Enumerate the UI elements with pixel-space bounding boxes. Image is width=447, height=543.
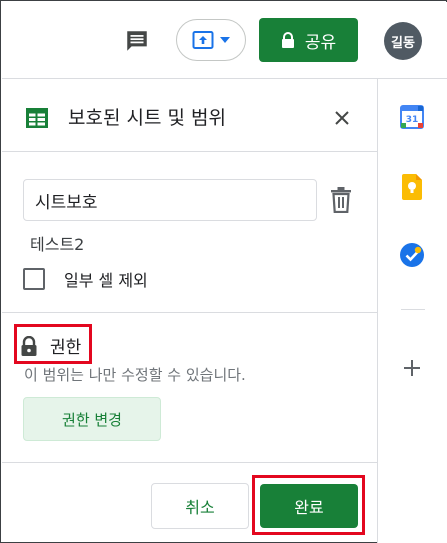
permissions-description: 이 범위는 나만 수정할 수 있습니다. [24, 366, 246, 384]
description-input[interactable] [23, 179, 317, 221]
trash-icon [331, 187, 351, 214]
footer-divider [2, 462, 377, 463]
comment-button[interactable] [122, 26, 152, 56]
share-label: 공유 [304, 32, 337, 53]
comment-icon [127, 31, 147, 51]
top-toolbar: 공유 길동 [2, 2, 447, 79]
delete-button[interactable] [330, 187, 352, 214]
change-permissions-button[interactable]: 권한 변경 [23, 397, 161, 441]
get-addons-button[interactable] [399, 355, 425, 381]
plus-icon [404, 360, 420, 376]
share-button[interactable]: 공유 [259, 18, 358, 62]
exclude-cells-option[interactable]: 일부 셀 제외 [23, 267, 148, 291]
cancel-button[interactable]: 취소 [151, 483, 249, 529]
lock-icon [281, 31, 294, 48]
keep-icon [402, 174, 422, 200]
calendar-icon: 31 [400, 105, 424, 129]
lock-icon [21, 336, 37, 356]
close-button[interactable] [330, 106, 354, 130]
permissions-title: 권한 [50, 338, 82, 358]
avatar[interactable]: 길동 [384, 22, 422, 60]
panel-header: 보호된 시트 및 범위 [2, 79, 377, 152]
present-icon [192, 31, 214, 49]
app-frame: 공유 길동 보호된 시트 및 범위 시트보호 테스트2 일부 셀 제외 권한 이… [0, 0, 447, 543]
protected-sheets-panel: 보호된 시트 및 범위 테스트2 일부 셀 제외 [2, 79, 377, 543]
calendar-button[interactable]: 31 [399, 104, 425, 130]
panel-title: 보호된 시트 및 범위 [68, 107, 226, 129]
range-label: 테스트2 [30, 235, 85, 254]
done-button[interactable]: 완료 [260, 484, 358, 528]
sheets-icon [26, 108, 48, 128]
close-icon [335, 111, 349, 125]
side-divider [401, 309, 425, 310]
section-divider [2, 312, 377, 313]
calendar-date: 31 [406, 115, 419, 125]
tasks-icon [400, 243, 424, 267]
chevron-down-icon [220, 37, 230, 43]
keep-button[interactable] [399, 174, 425, 200]
side-panel: 31 [377, 79, 447, 543]
exclude-cells-checkbox[interactable] [23, 268, 45, 290]
tasks-button[interactable] [399, 242, 425, 268]
present-button[interactable] [176, 19, 246, 61]
exclude-cells-label: 일부 셀 제외 [64, 271, 148, 290]
